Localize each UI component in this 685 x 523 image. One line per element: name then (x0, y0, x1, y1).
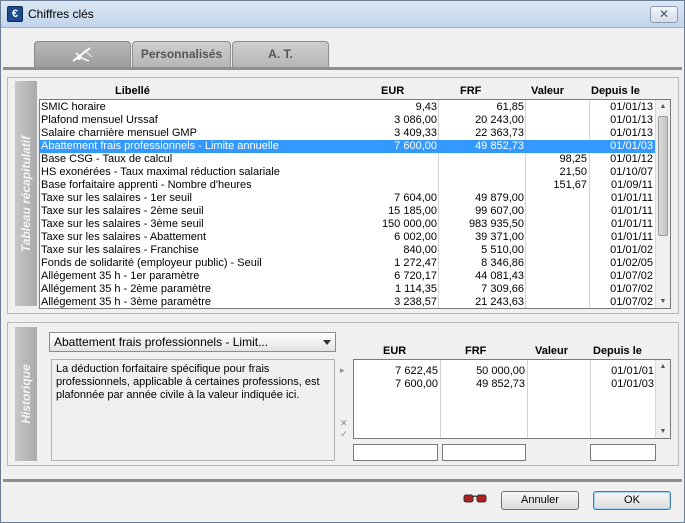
tab-general[interactable] (34, 41, 131, 68)
history-scroll-up-icon[interactable]: ▲ (656, 360, 670, 373)
app-euro-icon: € (7, 6, 23, 22)
col-header-frf[interactable]: FRF (460, 85, 481, 97)
table-row[interactable]: Taxe sur les salaires - 1er seuil 7 604,0… (40, 192, 656, 205)
tab-separator (3, 67, 682, 70)
table-row[interactable]: Taxe sur les salaires - 2ème seuil 15 185… (40, 205, 656, 218)
table-row[interactable]: SMIC horaire 9,43 61,85 01/01/13 (40, 101, 656, 114)
summary-scrollbar[interactable]: ▲ ▼ (655, 100, 670, 308)
history-description: La déduction forfaitaire spécifique pour… (51, 359, 335, 461)
ok-button[interactable]: OK (593, 491, 671, 510)
table-row[interactable]: Salaire charnière mensuel GMP 3 409,33 22 … (40, 127, 656, 140)
pin-icon[interactable]: ▸ (340, 365, 345, 376)
title-bar[interactable]: € Chiffres clés ✕ (1, 1, 684, 28)
history-cell-depuis: 01/01/03 (611, 378, 654, 390)
history-col-depuis[interactable]: Depuis le (593, 345, 642, 357)
cell-depuis: 01/07/02 (610, 296, 653, 308)
table-row[interactable]: Base forfaitaire apprenti - Nombre d'heu… (40, 179, 656, 192)
table-row[interactable]: Fonds de solidarité (employeur public) -… (40, 257, 656, 270)
table-row[interactable]: HS exonérées - Taux maximal réduction sa… (40, 166, 656, 179)
cell-depuis: 01/01/11 (610, 231, 653, 243)
history-col-valeur[interactable]: Valeur (535, 345, 568, 357)
tab-strip: Personnalisés A. T. (3, 29, 682, 70)
history-col-frf[interactable]: FRF (465, 345, 486, 357)
table-row[interactable]: Allégement 35 h - 1er paramètre 6 720,17 4… (40, 270, 656, 283)
cell-depuis: 01/01/13 (610, 127, 653, 139)
cell-depuis: 01/01/11 (610, 218, 653, 230)
table-row[interactable]: Abattement frais professionnels - Limite… (40, 140, 656, 153)
cell-depuis: 01/02/05 (610, 257, 653, 269)
cell-depuis: 01/01/11 (610, 205, 653, 217)
tab-personnalises[interactable]: Personnalisés (132, 41, 231, 68)
history-row[interactable]: 7 622,45 50 000,00 01/01/01 (354, 365, 656, 378)
cell-depuis: 01/01/13 (610, 114, 653, 126)
cell-depuis: 01/01/03 (610, 140, 653, 152)
table-row[interactable]: Allégement 35 h - 2ème paramètre 1 114,35… (40, 283, 656, 296)
history-side-label-text: Historique (19, 364, 33, 424)
close-button[interactable]: ✕ (650, 6, 678, 23)
history-frf-input[interactable] (442, 444, 526, 461)
fishing-icon (71, 47, 92, 62)
summary-side-label: Tableau récapitulatif (15, 81, 37, 306)
history-eur-input[interactable] (353, 444, 438, 461)
scroll-up-arrow-icon[interactable]: ▲ (656, 100, 670, 113)
history-table[interactable]: 7 622,45 50 000,00 01/01/01 7 600,00 49 852,… (353, 359, 671, 439)
cell-depuis: 01/07/02 (610, 270, 653, 282)
table-row[interactable]: Allégement 35 h - 3ème paramètre 3 238,57… (40, 296, 656, 308)
scroll-down-arrow-icon[interactable]: ▼ (656, 295, 670, 308)
history-col-eur[interactable]: EUR (383, 345, 406, 357)
col-header-eur[interactable]: EUR (381, 85, 404, 97)
table-row[interactable]: Taxe sur les salaires - Franchise 840,00 5… (40, 244, 656, 257)
delete-icon[interactable]: ✕ (340, 418, 348, 429)
history-side-label: Historique (15, 327, 37, 461)
summary-side-label-text: Tableau récapitulatif (19, 135, 33, 252)
table-row[interactable]: Taxe sur les salaires - 3ème seuil 150 00… (40, 218, 656, 231)
history-scrollbar[interactable]: ▲ ▼ (655, 360, 670, 438)
chevron-down-icon (323, 340, 331, 345)
footer-separator (3, 479, 682, 482)
cell-depuis: 01/01/02 (610, 244, 653, 256)
table-row[interactable]: Base CSG - Taux de calcul 98,25 01/01/12 (40, 153, 656, 166)
cancel-button[interactable]: Annuler (501, 491, 579, 510)
window-title: Chiffres clés (28, 7, 94, 21)
cell-depuis: 01/07/02 (610, 283, 653, 295)
history-cell-depuis: 01/01/01 (611, 365, 654, 377)
main-window: € Chiffres clés ✕ Personnalisés A. T. Ta… (0, 0, 685, 523)
col-header-valeur[interactable]: Valeur (531, 85, 564, 97)
col-header-depuis[interactable]: Depuis le (591, 85, 640, 97)
history-item-select[interactable]: Abattement frais professionnels - Limit.… (49, 332, 336, 352)
cell-depuis: 01/01/13 (610, 101, 653, 113)
table-row[interactable]: Plafond mensuel Urssaf 3 086,00 20 243,00 0… (40, 114, 656, 127)
cell-depuis: 01/01/11 (610, 192, 653, 204)
col-header-libelle[interactable]: Libellé (115, 85, 150, 97)
check-icon[interactable]: ✓ (340, 429, 348, 440)
cell-depuis: 01/10/07 (610, 166, 653, 178)
summary-table[interactable]: SMIC horaire 9,43 61,85 01/01/13 Plafond men… (39, 99, 671, 309)
cell-depuis: 01/09/11 (610, 179, 653, 191)
history-row[interactable]: 7 600,00 49 852,73 01/01/03 (354, 378, 656, 391)
history-item-select-value: Abattement frais professionnels - Limit.… (54, 335, 269, 349)
glasses-icon[interactable] (463, 492, 487, 504)
history-date-input[interactable] (590, 444, 656, 461)
cell-depuis: 01/01/12 (610, 153, 653, 165)
table-row[interactable]: Taxe sur les salaires - Abattement 6 002,… (40, 231, 656, 244)
scroll-thumb[interactable] (658, 116, 668, 236)
tab-at[interactable]: A. T. (232, 41, 329, 68)
history-scroll-down-icon[interactable]: ▼ (656, 425, 670, 438)
